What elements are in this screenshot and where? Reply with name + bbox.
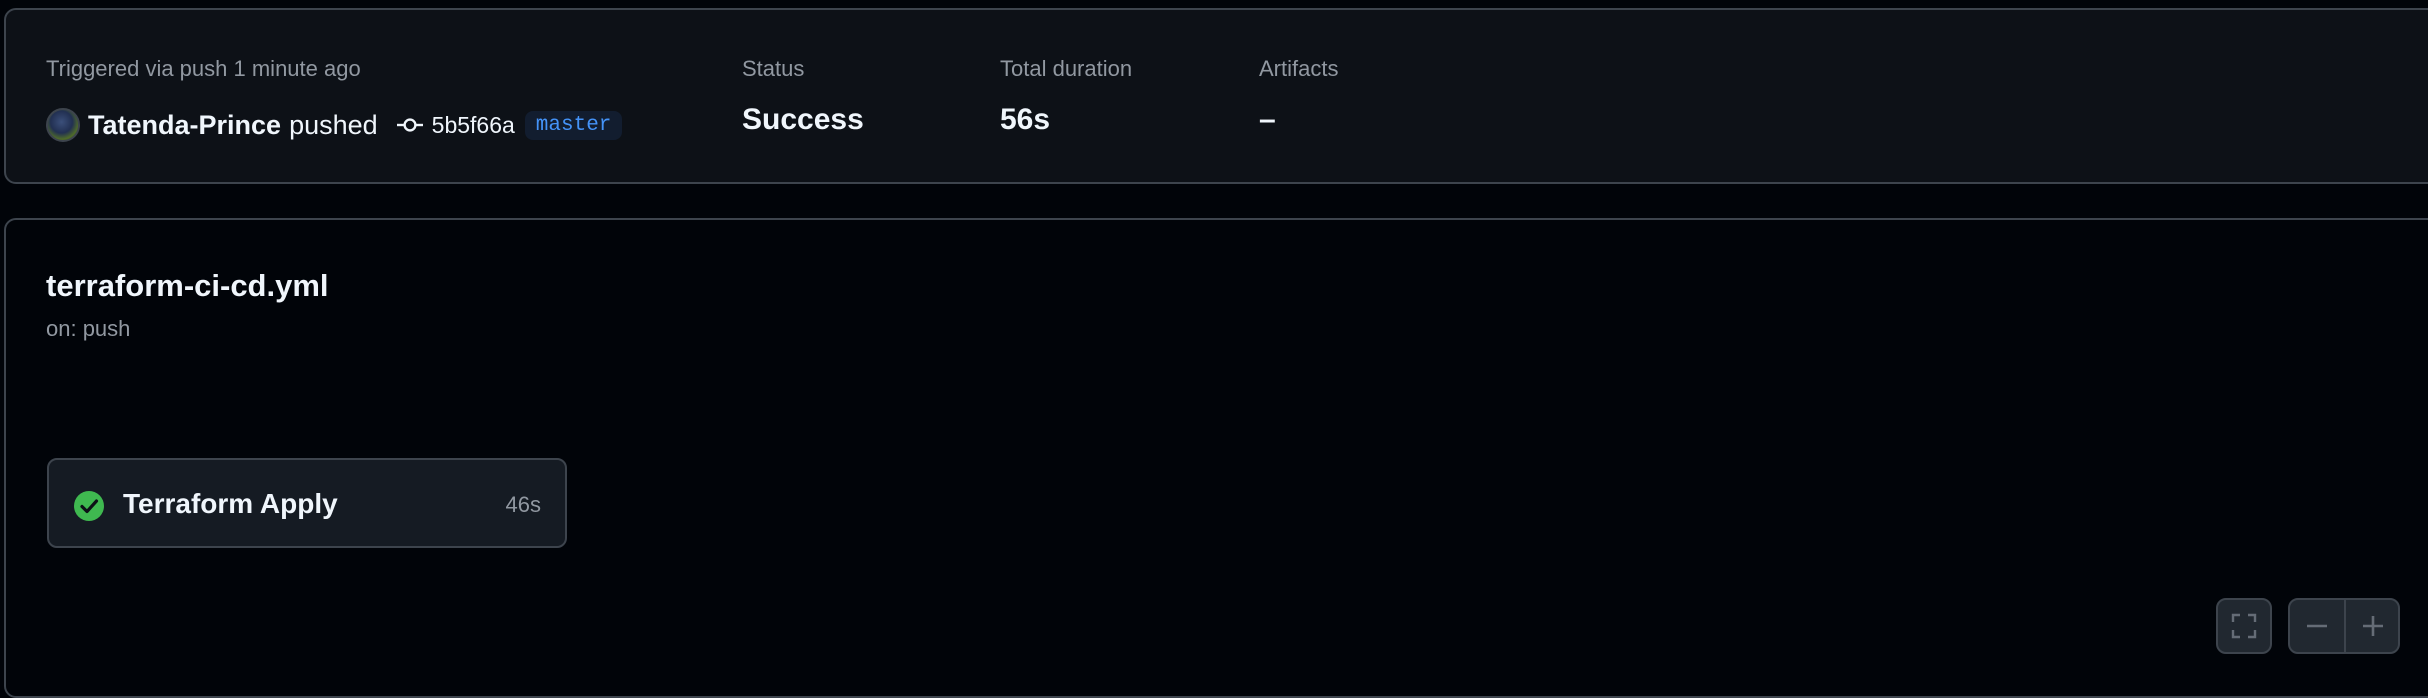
zoom-divider — [2344, 600, 2346, 652]
duration-value: 56s — [1000, 103, 1051, 136]
screen-full-icon — [2231, 613, 2257, 639]
status-value: Success — [742, 103, 864, 136]
actor-link[interactable]: Tatenda-Prince — [88, 110, 281, 141]
duration-label: Total duration — [1000, 56, 1133, 81]
artifacts-label: Artifacts — [1259, 56, 1339, 81]
workflow-file-name[interactable]: terraform-ci-cd.yml — [46, 268, 329, 304]
check-circle-fill-icon — [74, 491, 104, 521]
action-text: pushed — [289, 109, 378, 140]
run-summary-card: Triggered via push 1 minute ago Tatenda-… — [4, 8, 2428, 184]
actor-avatar[interactable] — [46, 108, 80, 142]
artifacts-value: – — [1259, 103, 1276, 136]
zoom-out-button[interactable] — [2303, 612, 2331, 640]
job-card-terraform-apply[interactable]: Terraform Apply 46s — [47, 458, 567, 548]
job-name: Terraform Apply — [123, 488, 338, 519]
git-commit-icon — [396, 118, 423, 132]
trigger-details: Tatenda-Prince pushed 5b5f66a master — [46, 108, 623, 142]
workflow-graph-card: terraform-ci-cd.yml on: push Terraform A… — [4, 218, 2428, 698]
branch-badge[interactable]: master — [524, 110, 623, 140]
workflow-trigger: on: push — [46, 316, 131, 341]
status-label: Status — [742, 56, 805, 81]
commit-sha-link[interactable]: 5b5f66a — [432, 112, 515, 139]
zoom-in-button[interactable] — [2359, 612, 2387, 640]
trigger-text: Triggered via push 1 minute ago — [46, 56, 361, 81]
job-duration: 46s — [505, 492, 541, 517]
fullscreen-button[interactable] — [2216, 598, 2272, 654]
plus-icon — [2363, 616, 2383, 636]
zoom-controls — [2288, 598, 2400, 654]
